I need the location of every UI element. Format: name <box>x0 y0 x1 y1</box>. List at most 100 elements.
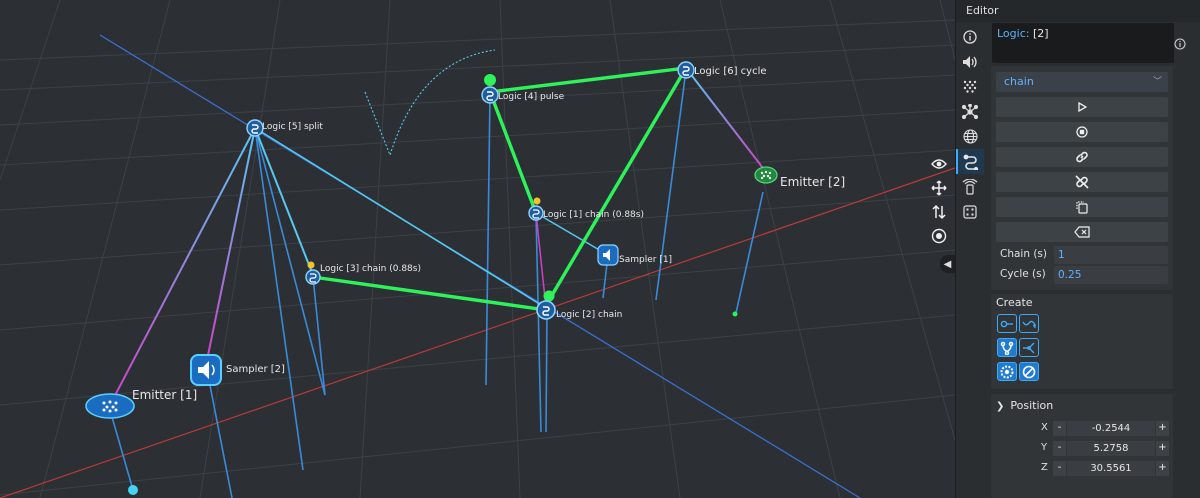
wave-icon <box>1022 320 1036 328</box>
sphere-icon <box>962 129 978 144</box>
tab-particles[interactable] <box>956 74 984 99</box>
chevron-down-icon: ﹀ <box>1152 77 1162 87</box>
timer-dot <box>533 197 541 205</box>
backspace-icon <box>1074 226 1090 238</box>
position-z-input[interactable]: 30.5561 <box>1067 461 1155 476</box>
create-gear-button[interactable] <box>997 362 1017 381</box>
target-icon[interactable] <box>929 226 949 246</box>
logic-node-4[interactable] <box>481 86 499 104</box>
timer-dot <box>307 261 315 269</box>
tab-sphere[interactable] <box>956 124 984 149</box>
logic-node-3[interactable] <box>305 269 321 285</box>
pulse-dot <box>484 74 496 86</box>
position-title: Position <box>1010 399 1054 412</box>
info-icon <box>963 29 977 44</box>
position-header[interactable]: ❯ Position <box>996 399 1053 412</box>
emitter-node-2-label: Emitter [2] <box>780 175 845 189</box>
link-icon <box>1076 151 1088 163</box>
emitter-node-2[interactable] <box>754 166 778 184</box>
position-x-row: X - -0.2544 + <box>1041 421 1169 436</box>
play-icon <box>1078 102 1087 112</box>
logic-node-2[interactable] <box>536 300 556 320</box>
logic-node-2-label: Logic [2] chain <box>556 310 622 320</box>
swap-vertical-icon[interactable] <box>929 202 949 222</box>
link-button[interactable] <box>996 147 1168 167</box>
position-z-decrement[interactable]: - <box>1053 461 1066 476</box>
create-section: Create <box>991 294 1173 389</box>
drop-lines <box>109 69 764 498</box>
logic-node-1-label: Logic [1] chain (0.88s) <box>543 210 644 220</box>
chain-duration-input[interactable]: 1 <box>1054 246 1168 264</box>
position-z-increment[interactable]: + <box>1156 461 1169 476</box>
position-x-increment[interactable]: + <box>1156 421 1169 436</box>
pulse-dot <box>543 290 555 302</box>
stop-button[interactable] <box>996 122 1168 142</box>
logic-mode-value: chain <box>1004 75 1034 88</box>
logic-node-5[interactable] <box>246 119 264 137</box>
position-y-decrement[interactable]: - <box>1053 441 1066 456</box>
stop-icon <box>1076 126 1088 138</box>
emitter-node-1[interactable] <box>85 393 135 419</box>
logic-node-1[interactable] <box>528 205 544 221</box>
position-y-input[interactable]: 5.2758 <box>1067 441 1155 456</box>
sampler-node-2-label: Sampler [2] <box>226 364 285 375</box>
editor-title: Editor <box>956 0 1200 22</box>
position-section: ❯ Position X - -0.2544 + Y - 5.2758 + Z -… <box>991 394 1173 498</box>
collapse-panel-icon[interactable]: ◀ <box>940 255 955 273</box>
key-icon <box>1000 320 1013 327</box>
axis-x-line <box>0 167 955 498</box>
eye-icon[interactable] <box>929 154 949 174</box>
split-icon <box>1000 341 1014 355</box>
gear-icon <box>1000 365 1014 378</box>
duplicate-button[interactable] <box>996 197 1168 217</box>
duplicate-icon <box>1076 201 1088 214</box>
position-y-row: Y - 5.2758 + <box>1041 441 1169 456</box>
selection-id: [2] <box>1032 27 1049 40</box>
details-info-icon[interactable] <box>1174 35 1186 50</box>
cycle-duration-input[interactable]: 0.25 <box>1054 266 1168 284</box>
create-split-button[interactable] <box>997 338 1017 357</box>
ground-grid <box>0 0 955 498</box>
cycle-duration-row: Cycle (s) 0.25 <box>996 266 1168 284</box>
tab-logic[interactable] <box>956 149 984 174</box>
logic-node-3-label: Logic [3] chain (0.88s) <box>320 264 421 274</box>
logic-icon <box>963 154 979 170</box>
tab-info[interactable] <box>956 24 984 49</box>
clear-button[interactable] <box>996 222 1168 242</box>
3d-viewport[interactable]: Logic [5] split Logic [4] pulse Logic [6… <box>0 0 955 498</box>
sampler-node-2[interactable] <box>190 354 222 386</box>
ground-dot <box>732 311 738 317</box>
position-x-input[interactable]: -0.2544 <box>1067 421 1155 436</box>
chain-duration-row: Chain (s) 1 <box>996 246 1168 264</box>
merge-icon <box>1023 342 1035 353</box>
ground-dot <box>128 485 138 495</box>
tab-sound[interactable] <box>956 49 984 74</box>
tab-motion[interactable] <box>956 174 984 199</box>
logic-mode-dropdown[interactable]: chain ﹀ <box>996 72 1168 92</box>
create-title: Create <box>996 296 1033 309</box>
unlink-button[interactable] <box>996 172 1168 192</box>
viewport-toolbar <box>928 154 950 246</box>
move-icon[interactable] <box>929 178 949 198</box>
network-icon <box>962 103 978 119</box>
tab-network[interactable] <box>956 99 984 124</box>
position-x-decrement[interactable]: - <box>1053 421 1066 436</box>
create-block-button[interactable] <box>1019 362 1039 381</box>
logic-controls: chain ﹀ Chain (s) 1 Cycle (s) 0.25 <box>991 66 1173 290</box>
sampler-node-1[interactable] <box>597 244 619 266</box>
logic-node-6[interactable] <box>677 61 695 79</box>
cycle-duration-label: Cycle (s) <box>1000 268 1046 280</box>
selection-info: Logic: [2] <box>992 23 1174 63</box>
chevron-right-icon: ❯ <box>996 401 1005 412</box>
create-merge-button[interactable] <box>1019 338 1039 357</box>
play-button[interactable] <box>996 97 1168 117</box>
logic-node-4-label: Logic [4] pulse <box>498 92 565 102</box>
sampler-node-1-label: Sampler [1] <box>619 255 672 265</box>
create-wave-button[interactable] <box>1019 314 1039 333</box>
position-y-increment[interactable]: + <box>1156 441 1169 456</box>
position-y-label: Y <box>1041 442 1048 453</box>
selection-type-label: Logic: <box>997 27 1030 40</box>
create-key-button[interactable] <box>997 314 1017 333</box>
tab-grid[interactable] <box>956 199 984 224</box>
motion-icon <box>962 178 978 195</box>
